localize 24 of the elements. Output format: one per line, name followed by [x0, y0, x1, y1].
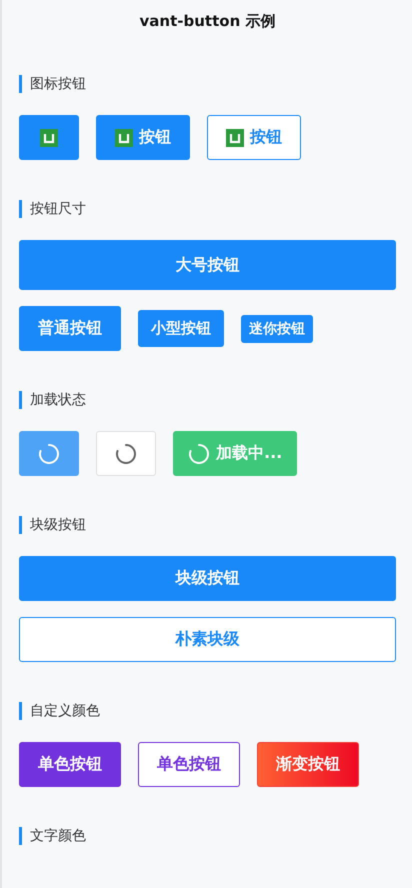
loading-button[interactable]: 加载中... [173, 431, 298, 476]
button[interactable]: 单色按钮 [19, 742, 121, 787]
section-heading: 文字颜色 [30, 827, 86, 845]
button[interactable]: 渐变按钮 [257, 742, 359, 787]
button[interactable]: 大号按钮 [19, 240, 396, 290]
button[interactable]: 按钮 [207, 115, 301, 160]
section-heading: 图标按钮 [30, 75, 86, 93]
section-heading: 加载状态 [30, 391, 86, 409]
page-title: vant-button 示例 [138, 12, 276, 31]
square-u-icon [226, 128, 244, 146]
square-u-icon [115, 128, 133, 146]
section-heading: 块级按钮 [30, 516, 86, 534]
button[interactable]: 按钮 [96, 115, 190, 160]
section-heading: 自定义颜色 [30, 702, 100, 720]
section-heading: 按钮尺寸 [30, 200, 86, 218]
button[interactable]: 小型按钮 [138, 310, 224, 347]
button[interactable]: 普通按钮 [19, 306, 121, 351]
button[interactable]: 块级按钮 [19, 556, 396, 601]
loading-button[interactable] [19, 431, 79, 476]
button[interactable]: 朴素块级 [19, 617, 396, 662]
button[interactable]: 单色按钮 [138, 742, 240, 787]
button[interactable]: 迷你按钮 [241, 314, 313, 342]
button[interactable] [19, 115, 79, 160]
square-u-icon [40, 128, 58, 146]
